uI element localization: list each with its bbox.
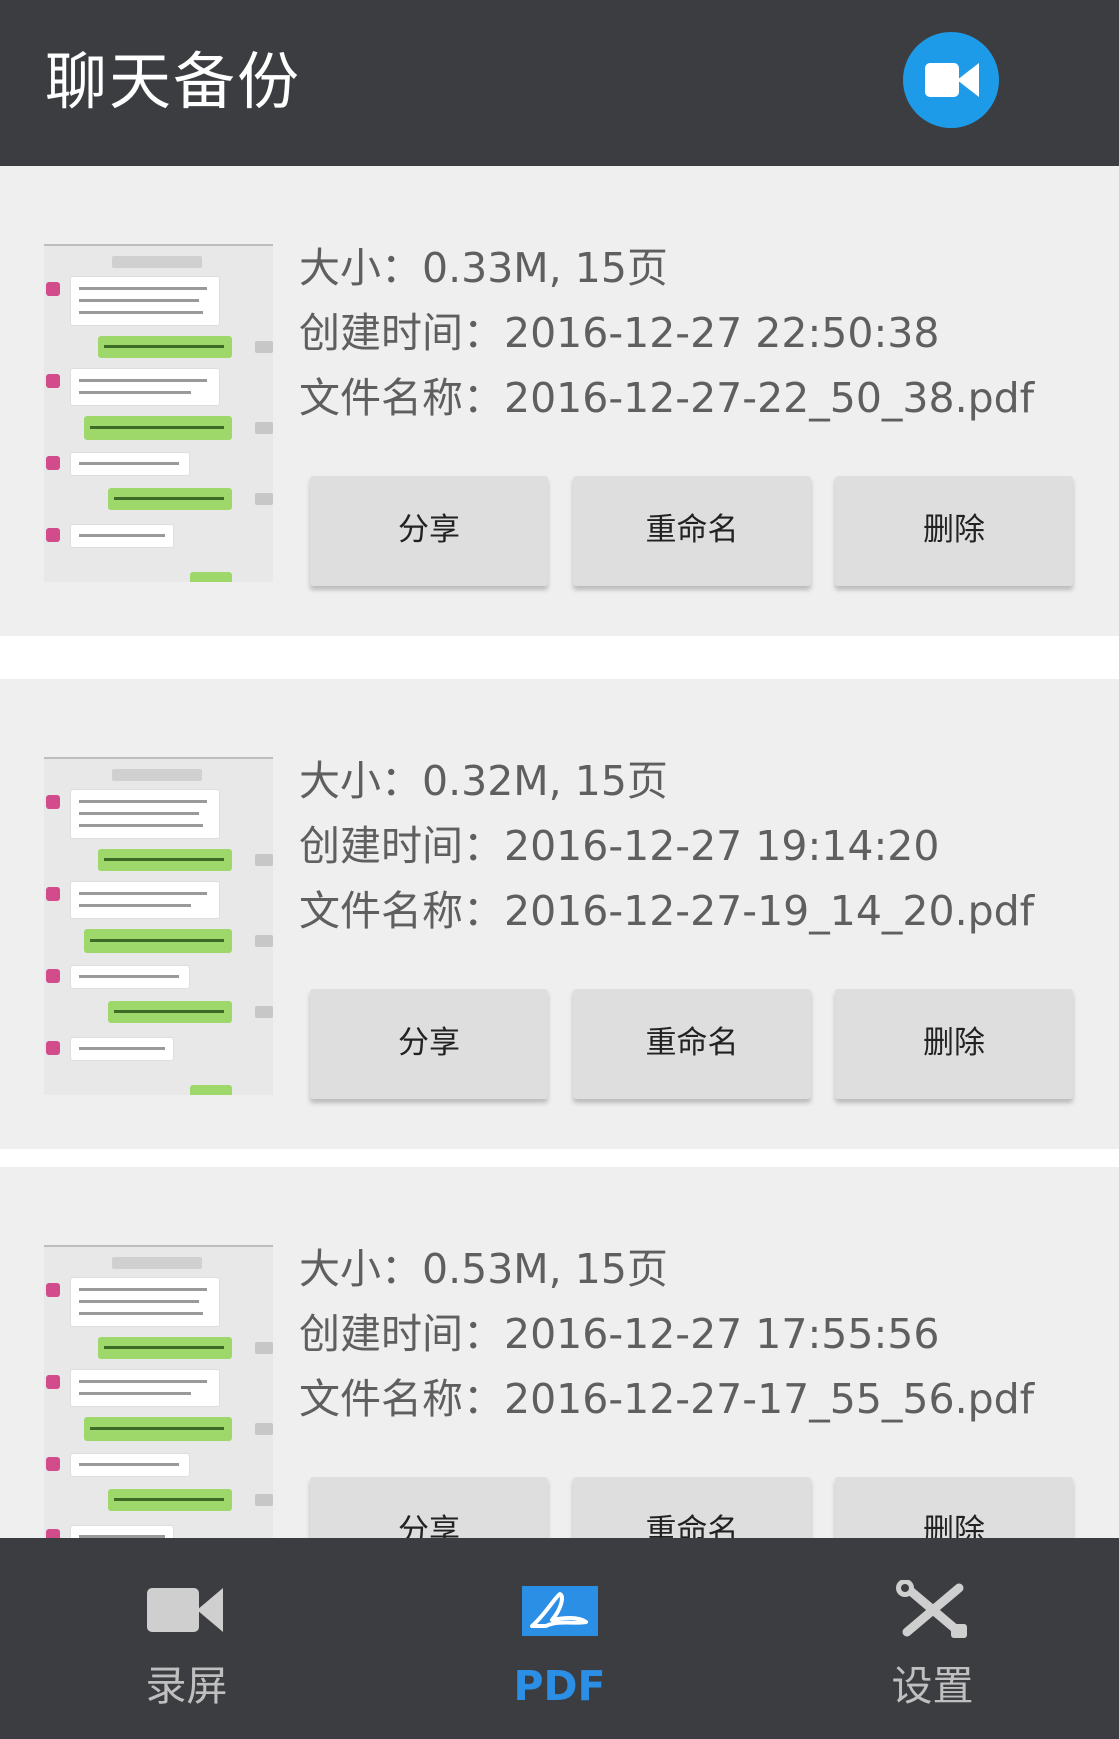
page-title: 聊天备份 bbox=[45, 45, 302, 118]
rename-button[interactable]: 重命名 bbox=[573, 1477, 811, 1538]
nav-label: PDF bbox=[513, 1662, 606, 1710]
file-name: 文件名称：2016-12-27-19_14_20.pdf bbox=[299, 887, 1035, 935]
nav-label: 录屏 bbox=[145, 1662, 228, 1710]
backup-info: 大小：0.53M, 15页 创建时间：2016-12-27 17:55:56 文… bbox=[299, 1237, 1034, 1432]
backup-item: 大小：0.32M, 15页 创建时间：2016-12-27 19:14:20 文… bbox=[0, 679, 1119, 1149]
record-button[interactable] bbox=[903, 32, 999, 128]
nav-item-settings[interactable]: 设置 bbox=[746, 1538, 1119, 1739]
delete-button[interactable]: 删除 bbox=[835, 476, 1073, 586]
rename-button[interactable]: 重命名 bbox=[573, 476, 811, 586]
backup-info: 大小：0.32M, 15页 创建时间：2016-12-27 19:14:20 文… bbox=[299, 749, 1034, 944]
video-camera-icon bbox=[925, 63, 959, 97]
file-size: 大小：0.53M, 15页 bbox=[299, 1245, 668, 1293]
file-name: 文件名称：2016-12-27-17_55_56.pdf bbox=[299, 1375, 1035, 1423]
pdf-icon bbox=[520, 1580, 600, 1640]
app-header: 聊天备份 bbox=[0, 0, 1119, 166]
bottom-navigation: 录屏 PDF 设置 bbox=[0, 1538, 1119, 1739]
file-size: 大小：0.32M, 15页 bbox=[299, 757, 668, 805]
share-button[interactable]: 分享 bbox=[310, 476, 548, 586]
delete-button[interactable]: 删除 bbox=[835, 1477, 1073, 1538]
backup-list[interactable]: 大小：0.33M, 15页 创建时间：2016-12-27 22:50:38 文… bbox=[0, 166, 1119, 1538]
backup-item: 大小：0.33M, 15页 创建时间：2016-12-27 22:50:38 文… bbox=[0, 166, 1119, 636]
nav-item-record[interactable]: 录屏 bbox=[0, 1538, 373, 1739]
nav-item-pdf[interactable]: PDF bbox=[373, 1538, 746, 1739]
backup-info: 大小：0.33M, 15页 创建时间：2016-12-27 22:50:38 文… bbox=[299, 236, 1034, 431]
tools-icon bbox=[893, 1580, 973, 1640]
nav-label: 设置 bbox=[891, 1662, 974, 1710]
delete-button[interactable]: 删除 bbox=[835, 989, 1073, 1099]
created-time: 创建时间：2016-12-27 22:50:38 bbox=[299, 309, 940, 357]
share-button[interactable]: 分享 bbox=[310, 989, 548, 1099]
share-button[interactable]: 分享 bbox=[310, 1477, 548, 1538]
pdf-thumbnail[interactable] bbox=[44, 1245, 273, 1538]
file-name: 文件名称：2016-12-27-22_50_38.pdf bbox=[299, 374, 1035, 422]
app-root: 聊天备份 大小：0.33M, 15页 创建时间：2016-12-27 22:50… bbox=[0, 0, 1119, 1739]
video-camera-icon bbox=[146, 1580, 227, 1640]
backup-item: 大小：0.53M, 15页 创建时间：2016-12-27 17:55:56 文… bbox=[0, 1167, 1119, 1538]
pdf-thumbnail[interactable] bbox=[44, 757, 273, 1095]
created-time: 创建时间：2016-12-27 17:55:56 bbox=[299, 1310, 940, 1358]
pdf-thumbnail[interactable] bbox=[44, 244, 273, 582]
file-size: 大小：0.33M, 15页 bbox=[299, 244, 668, 292]
created-time: 创建时间：2016-12-27 19:14:20 bbox=[299, 822, 940, 870]
rename-button[interactable]: 重命名 bbox=[573, 989, 811, 1099]
